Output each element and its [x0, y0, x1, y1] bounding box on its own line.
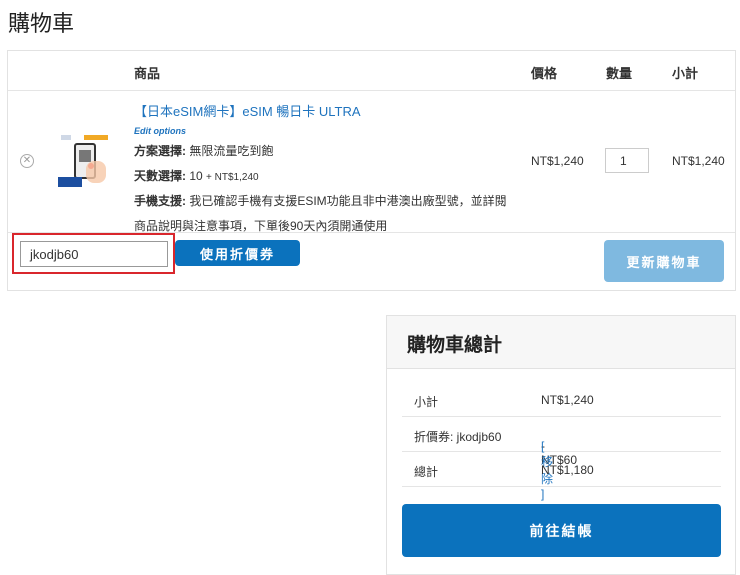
remove-item-icon[interactable]: ✕	[20, 154, 34, 168]
product-name-link[interactable]: 【日本eSIM網卡】eSIM 暢日卡 ULTRA	[134, 101, 507, 120]
total-value: NT$1,180	[541, 463, 594, 477]
page-title: 購物車	[8, 11, 75, 36]
header-subtotal: 小計	[672, 66, 699, 81]
total-label: 總計	[414, 465, 439, 479]
header-product: 商品	[134, 66, 161, 81]
update-cart-button[interactable]: 更新購物車	[604, 240, 724, 282]
option-value: 我已確認手機有支援ESIM功能且非中港澳出廠型號，並詳閱	[189, 194, 507, 208]
option-label: 手機支援:	[134, 194, 186, 208]
option-value: 10	[189, 169, 203, 183]
option-label: 天數選擇:	[134, 169, 186, 183]
header-price: 價格	[531, 66, 558, 81]
quantity-input[interactable]: 1	[605, 148, 649, 173]
apply-coupon-button[interactable]: 使用折價券	[175, 240, 300, 266]
product-thumbnail[interactable]	[58, 133, 114, 189]
divider	[8, 90, 735, 91]
edit-options-link[interactable]: Edit options	[134, 126, 507, 136]
item-subtotal: NT$1,240	[672, 154, 725, 168]
cart-table: 商品 價格 數量 小計 ✕ 【日本eSIM網卡】eSIM 暢日卡 ULTRA E…	[7, 50, 736, 291]
header-quantity: 數量	[606, 66, 633, 81]
cart-totals: 購物車總計 小計 NT$1,240 折價券: jkodjb60 -NT$60 […	[386, 315, 736, 575]
item-price: NT$1,240	[531, 154, 584, 168]
coupon-input[interactable]: jkodjb60	[20, 241, 168, 267]
option-value: 無限流量吃到飽	[189, 144, 274, 158]
coupon-label: 折價券: jkodjb60	[414, 430, 502, 444]
option-extra-price: + NT$1,240	[206, 172, 259, 183]
option-label: 方案選擇:	[134, 144, 186, 158]
subtotal-label: 小計	[414, 395, 439, 409]
checkout-button[interactable]: 前往結帳	[402, 504, 721, 557]
coupon-row: 折價券: jkodjb60 -NT$60 [ 移除 ]	[402, 417, 721, 501]
total-row: 總計 NT$1,180	[402, 452, 721, 487]
totals-title: 購物車總計	[387, 316, 735, 369]
subtotal-value: NT$1,240	[541, 393, 594, 407]
subtotal-row: 小計 NT$1,240	[402, 382, 721, 417]
